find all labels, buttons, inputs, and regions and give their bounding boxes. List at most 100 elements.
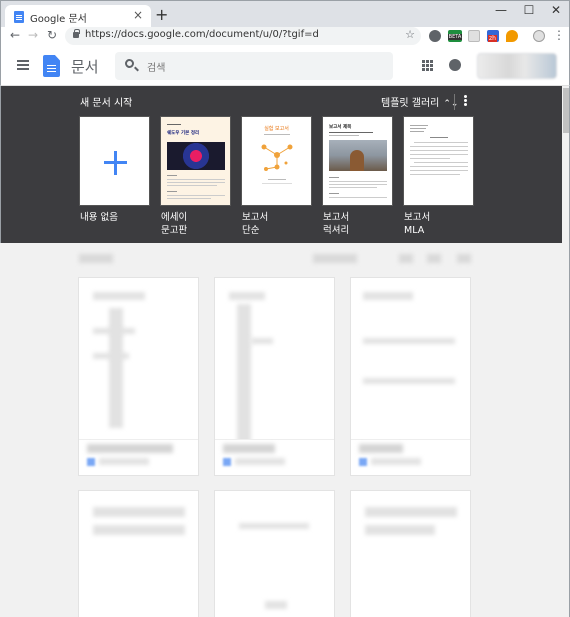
beta-extension-icon[interactable]: BETA [448,30,462,42]
doc-preview-line [93,328,135,334]
app-name: 문서 [71,58,99,76]
thumb-line [329,135,359,136]
scrollbar-thumb[interactable] [563,88,569,133]
back-button[interactable]: ← [7,28,23,42]
template-report-luxury[interactable]: 보고서 제목 [322,116,393,206]
template-report-simple[interactable]: 실험 보고서 [241,116,312,206]
doc-preview-line [363,292,413,300]
address-bar[interactable]: https://docs.google.com/document/u/0/?tg… [65,27,421,45]
docs-header: 문서 검색 [0,46,570,86]
template-report-luxury-label: 보고서 럭셔리 [323,211,349,237]
more-options-icon[interactable] [464,95,467,98]
doc-type-icon [359,458,367,466]
thumb-line [167,191,177,192]
thumb-line [329,184,387,185]
thumb-line [410,150,468,151]
thumb-line [410,125,428,126]
thumb-line [410,158,450,159]
template-report-mla[interactable] [403,116,474,206]
leaf-extension-icon[interactable] [506,30,518,42]
template-report-simple-label: 보고서 단순 [242,211,268,237]
document-card[interactable] [350,490,471,617]
doc-card-footer [351,439,470,475]
thumb-line [410,131,424,132]
thumb-line [329,187,377,188]
tab-close-icon[interactable]: × [133,8,143,22]
thumb-line [410,174,460,175]
doc-preview-line [237,304,251,444]
list-view-icon[interactable] [399,254,413,263]
template-report-mla-label: 보고서 MLA [404,211,430,237]
thumb-line [167,195,225,196]
bookmark-star-icon[interactable]: ☆ [405,28,415,41]
new-tab-button[interactable]: + [155,5,168,24]
doc-type-icon [223,458,231,466]
doc-preview-line [363,338,455,344]
browser-titlebar: Google 문서 × + — ☐ ✕ [0,0,570,28]
template-essay[interactable]: 쉐도우 기본 정리 [160,116,231,206]
report-lux-heading: 보고서 제목 [329,125,352,130]
template-blank[interactable] [79,116,150,206]
template-label-line1: 보고서 [404,212,431,223]
doc-type-icon [87,458,95,466]
doc-preview-line [251,338,273,344]
doc-preview-line [93,292,145,300]
docs-favicon-icon [14,11,24,23]
template-label-line1: 내용 없음 [80,212,118,223]
document-card[interactable] [214,277,335,476]
thumb-line [268,179,286,180]
maximize-button[interactable]: ☐ [519,3,539,17]
doc-title-blurred [87,444,173,453]
template-gallery-button[interactable]: 템플릿 갤러리 ⌃⌄ [381,94,458,109]
thumb-line [167,124,181,125]
tab-title: Google 문서 [30,14,87,25]
doc-preview-line [93,353,129,359]
thumb-line [414,162,468,163]
forward-button[interactable]: → [25,28,41,42]
notifications-icon[interactable] [449,59,461,71]
browser-menu-button[interactable]: ⋮ [551,28,567,42]
report-simple-heading: 실험 보고서 [264,126,289,132]
thumb-line [329,177,339,178]
template-section: 새 문서 시작 템플릿 갤러리 ⌃⌄ 내용 없음 쉐도우 기본 정리 에세이 문고… [0,86,562,243]
doc-card-footer [79,439,198,475]
close-window-button[interactable]: ✕ [546,3,566,17]
account-switcher[interactable] [477,53,557,79]
template-label-line1: 보고서 [242,212,269,223]
folder-icon[interactable] [457,254,471,263]
search-input[interactable]: 검색 [115,52,393,80]
docs-logo-icon[interactable] [43,55,60,77]
doc-preview-line [365,507,457,517]
doc-date-blurred [371,458,421,465]
thumb-line [410,166,468,167]
template-label-line2: 문고판 [161,225,188,236]
thumb-line [430,137,448,138]
google-apps-icon[interactable] [422,60,425,63]
recent-heading-blurred [79,254,113,263]
hamburger-menu-icon[interactable] [17,60,29,62]
zh-extension-icon[interactable]: zh [487,30,499,42]
puzzle-extension-icon[interactable] [429,30,441,42]
thumb-line [410,146,468,147]
thumb-line [410,170,468,171]
sort-icon[interactable] [427,254,441,263]
document-card[interactable] [78,277,199,476]
document-card[interactable] [350,277,471,476]
minimize-button[interactable]: — [491,3,511,17]
browser-tab[interactable]: Google 문서 × [5,5,151,28]
vertical-scrollbar[interactable] [562,86,570,617]
thumb-line [167,175,177,176]
doc-date-blurred [99,458,149,465]
thumb-line [167,185,217,186]
document-card[interactable] [214,490,335,617]
essay-thumbnail-image [167,142,225,170]
thumb-line [329,132,373,133]
thumb-line [329,193,339,194]
reload-button[interactable]: ↻ [44,28,60,42]
plus-icon-bar [104,161,127,164]
document-card[interactable] [78,490,199,617]
owner-filter-blurred[interactable] [313,254,357,263]
grid-extension-icon[interactable] [468,30,480,42]
thumb-line [410,128,426,129]
profile-avatar-icon[interactable] [533,30,545,42]
